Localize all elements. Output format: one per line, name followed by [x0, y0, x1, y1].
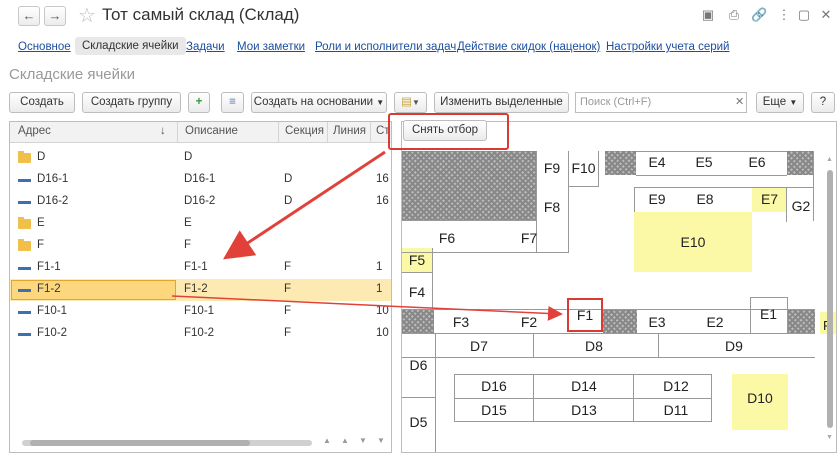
arrow-to-map-cell — [171, 295, 563, 321]
annotation-arrows — [171, 150, 563, 321]
arrow-to-row — [222, 150, 386, 260]
